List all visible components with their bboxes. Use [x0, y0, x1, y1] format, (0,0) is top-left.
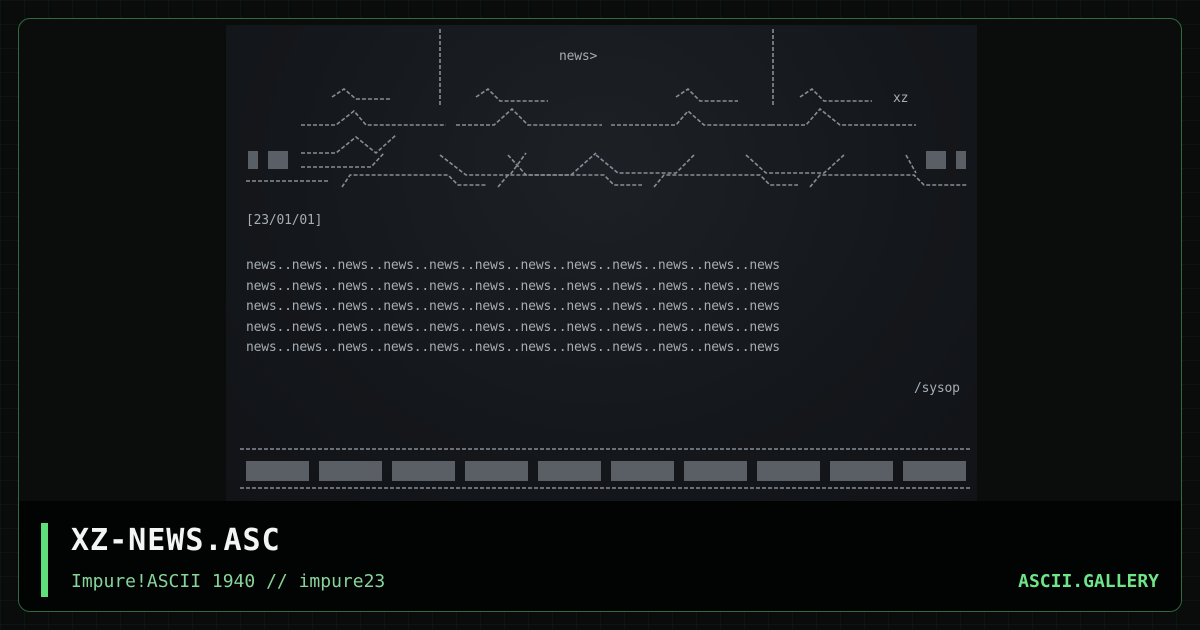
file-title: XZ-NEWS.ASC: [71, 523, 281, 558]
preview-card: news> xz [23/01/01] news..news..news..ne…: [18, 18, 1182, 612]
news-line: news..news..news..news..news..news..news…: [246, 258, 780, 273]
accent-bar: [41, 523, 48, 597]
art-tag: xz: [893, 91, 909, 106]
info-footer: XZ-NEWS.ASC Impure!ASCII 1940 // impure2…: [19, 501, 1181, 611]
news-line: news..news..news..news..news..news..news…: [246, 319, 780, 335]
news-line: news..news..news..news..news..news..news…: [246, 340, 780, 355]
art-heading: news>: [559, 49, 598, 64]
news-line: news..news..news..news..news..news..news…: [246, 278, 780, 294]
file-subtitle: Impure!ASCII 1940 // impure23: [71, 571, 386, 592]
art-signature: /sysop: [914, 381, 960, 396]
art-date: [23/01/01]: [246, 213, 323, 228]
ascii-artwork: news> xz [23/01/01] news..news..news..ne…: [226, 25, 977, 501]
news-line: news..news..news..news..news..news..news…: [246, 299, 780, 314]
site-brand: ASCII.GALLERY: [1018, 571, 1159, 592]
art-news-block: news..news..news..news..news..news..news…: [246, 256, 780, 359]
